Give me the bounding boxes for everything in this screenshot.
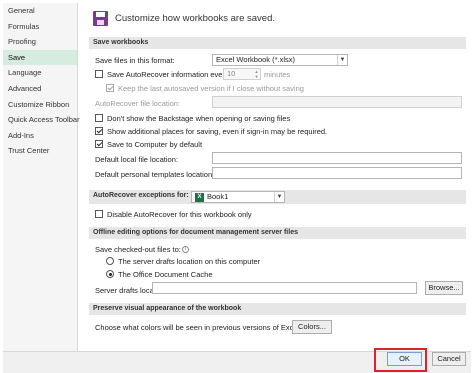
default-local-field[interactable] bbox=[212, 152, 462, 164]
options-sidebar: General Formulas Proofing Save Language … bbox=[3, 3, 80, 351]
autorecover-location-field[interactable] bbox=[212, 96, 462, 108]
excel-icon: X bbox=[195, 192, 204, 202]
workbook-name: Book1 bbox=[207, 192, 229, 201]
section-visual-appearance: Preserve visual appearance of the workbo… bbox=[89, 303, 466, 315]
office-cache-option-label: The Office Document Cache bbox=[118, 269, 213, 279]
sidebar-item-language[interactable]: Language bbox=[3, 65, 77, 81]
server-drafts-location-field[interactable] bbox=[152, 282, 417, 294]
minutes-row: minutes bbox=[264, 68, 290, 80]
additional-places-label: Show additional places for saving, even … bbox=[107, 126, 328, 136]
additional-places-checkbox[interactable] bbox=[95, 127, 103, 135]
server-drafts-option-row: The server drafts location on this compu… bbox=[106, 255, 260, 267]
chevron-down-icon: ▼ bbox=[274, 192, 284, 202]
default-local-label: Default local file location: bbox=[95, 154, 178, 164]
default-templates-field[interactable] bbox=[212, 167, 462, 179]
browse-button[interactable]: Browse... bbox=[425, 281, 463, 295]
office-cache-radio[interactable] bbox=[106, 270, 114, 278]
sidebar-item-formulas[interactable]: Formulas bbox=[3, 19, 77, 35]
keep-last-label: Keep the last autosaved version if I clo… bbox=[118, 83, 304, 93]
save-checked-out-row: Save checked-out files to: i bbox=[95, 243, 189, 255]
colors-row: Choose what colors will be seen in previ… bbox=[95, 321, 310, 333]
server-drafts-radio[interactable] bbox=[106, 257, 114, 265]
autorecover-row: Save AutoRecover information every bbox=[95, 68, 229, 80]
save-computer-row: Save to Computer by default bbox=[95, 138, 202, 150]
disable-autorecover-row: Disable AutoRecover for this workbook on… bbox=[95, 208, 252, 220]
sidebar-item-advanced[interactable]: Advanced bbox=[3, 81, 77, 97]
workbook-select[interactable]: X Book1 ▼ bbox=[191, 191, 285, 203]
colors-label: Choose what colors will be seen in previ… bbox=[95, 322, 302, 332]
sidebar-item-save[interactable]: Save bbox=[3, 49, 77, 66]
sidebar-item-proofing[interactable]: Proofing bbox=[3, 34, 77, 50]
office-cache-option-row: The Office Document Cache bbox=[106, 268, 213, 280]
autorecover-checkbox[interactable] bbox=[95, 70, 103, 78]
sidebar-item-add-ins[interactable]: Add-Ins bbox=[3, 128, 77, 144]
autorecover-label: Save AutoRecover information every bbox=[107, 69, 229, 79]
backstage-row: Don't show the Backstage when opening or… bbox=[95, 112, 290, 124]
page-header: Customize how workbooks are saved. bbox=[93, 9, 275, 27]
save-computer-checkbox[interactable] bbox=[95, 140, 103, 148]
floppy-disk-icon bbox=[93, 10, 108, 26]
info-icon: i bbox=[181, 245, 189, 253]
ok-highlight-annotation bbox=[374, 348, 427, 372]
server-drafts-option-label: The server drafts location on this compu… bbox=[118, 256, 261, 266]
default-local-row: Default local file location: bbox=[95, 153, 178, 165]
format-select[interactable]: Excel Workbook (*.xlsx) ▼ bbox=[212, 54, 348, 66]
additional-places-row: Show additional places for saving, even … bbox=[95, 125, 327, 137]
default-templates-label: Default personal templates location: bbox=[95, 169, 215, 179]
disable-autorecover-label: Disable AutoRecover for this workbook on… bbox=[107, 209, 252, 219]
page-title: Customize how workbooks are saved. bbox=[115, 12, 275, 24]
autorecover-location-row: AutoRecover file location: bbox=[95, 97, 180, 109]
sidebar-item-general[interactable]: General bbox=[3, 3, 77, 19]
colors-button[interactable]: Colors... bbox=[292, 320, 332, 334]
section-offline-editing: Offline editing options for document man… bbox=[89, 227, 466, 239]
sidebar-item-customize-ribbon[interactable]: Customize Ribbon bbox=[3, 97, 77, 113]
autorecover-minutes-value: 10 bbox=[227, 69, 236, 78]
backstage-label: Don't show the Backstage when opening or… bbox=[107, 113, 291, 123]
format-row: Save files in this format: bbox=[95, 54, 175, 66]
minutes-label: minutes bbox=[264, 69, 291, 79]
sidebar-item-trust-center[interactable]: Trust Center bbox=[3, 143, 77, 159]
keep-last-checkbox[interactable] bbox=[106, 84, 114, 92]
section-save-workbooks: Save workbooks bbox=[89, 37, 466, 49]
disable-autorecover-checkbox[interactable] bbox=[95, 210, 103, 218]
chevron-down-icon: ▼ bbox=[337, 55, 347, 65]
save-computer-label: Save to Computer by default bbox=[107, 139, 203, 149]
format-value: Excel Workbook (*.xlsx) bbox=[216, 55, 296, 64]
spin-arrows-icon: ▲ ▼ bbox=[254, 69, 259, 79]
autorecover-location-label: AutoRecover file location: bbox=[95, 98, 181, 108]
format-label: Save files in this format: bbox=[95, 55, 175, 65]
autorecover-exceptions-label: AutoRecover exceptions for: bbox=[93, 192, 189, 199]
keep-last-row: Keep the last autosaved version if I clo… bbox=[106, 82, 304, 94]
backstage-checkbox[interactable] bbox=[95, 114, 103, 122]
sidebar-item-quick-access-toolbar[interactable]: Quick Access Toolbar bbox=[3, 112, 80, 128]
cancel-button[interactable]: Cancel bbox=[432, 352, 466, 366]
save-checked-out-label: Save checked-out files to: bbox=[95, 244, 181, 254]
default-templates-row: Default personal templates location: bbox=[95, 168, 214, 180]
autorecover-minutes-stepper[interactable]: 10 ▲ ▼ bbox=[223, 68, 261, 80]
